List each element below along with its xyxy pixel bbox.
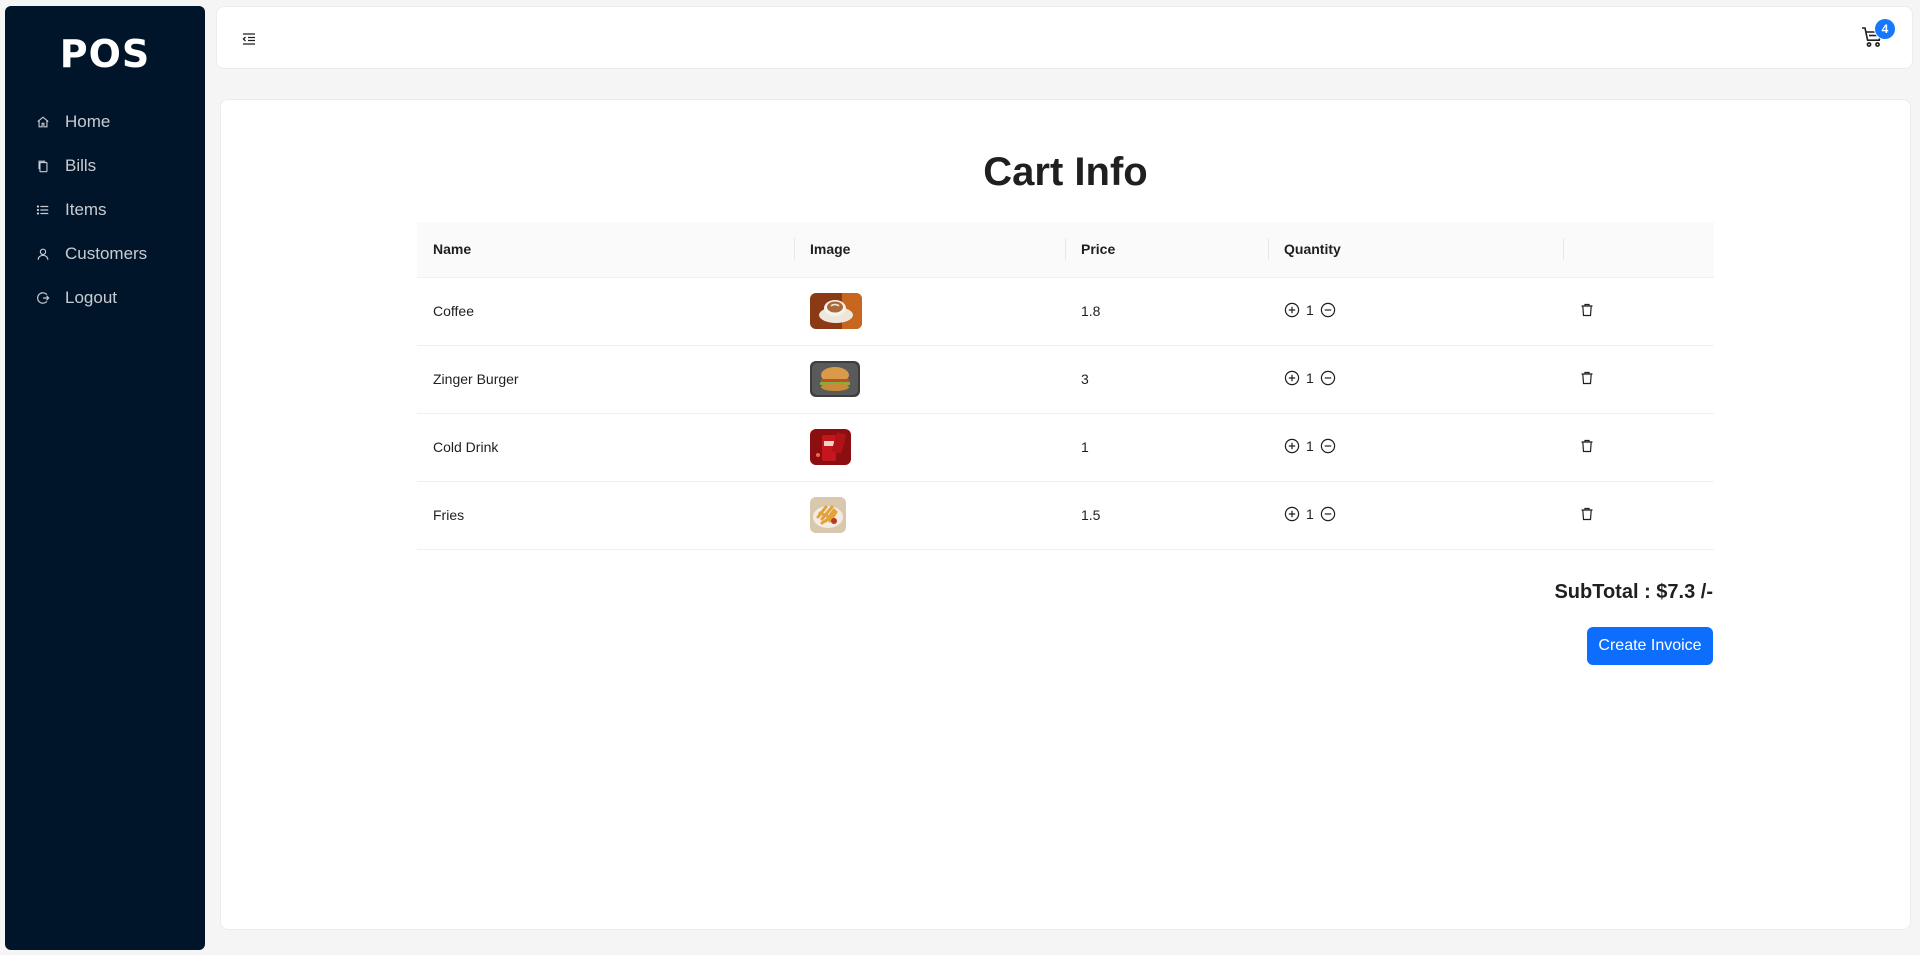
column-header-name: Name: [417, 222, 794, 278]
fries-image: [810, 497, 846, 533]
sidebar-item-label: Customers: [65, 244, 148, 263]
cold-drink-image: [810, 429, 851, 465]
logout-icon: [36, 291, 50, 305]
item-name: Fries: [417, 481, 794, 550]
page-title: Cart Info: [983, 150, 1148, 194]
create-invoice-button[interactable]: Create Invoice: [1587, 627, 1713, 665]
sidebar-item-label: Bills: [65, 156, 97, 175]
item-name: Coffee: [417, 277, 794, 346]
plus-circle-icon[interactable]: [1284, 370, 1300, 386]
quantity-value: 1: [1306, 437, 1314, 454]
copy-icon: [36, 159, 50, 173]
delete-icon[interactable]: [1579, 370, 1595, 386]
sidebar: POS Home Bills Items Customers Logout: [5, 6, 205, 950]
column-header-actions: [1563, 222, 1714, 278]
sidebar-item-home[interactable]: Home: [5, 100, 205, 144]
top-header: 4: [216, 6, 1913, 69]
quantity-stepper: 1: [1284, 370, 1336, 386]
minus-circle-icon[interactable]: [1320, 302, 1336, 318]
sidebar-item-customers[interactable]: Customers: [5, 232, 205, 276]
user-icon: [36, 247, 50, 261]
sidebar-item-logout[interactable]: Logout: [5, 276, 205, 320]
quantity-value: 1: [1306, 369, 1314, 386]
coffee-image: [810, 293, 862, 329]
table-row: Coffee 1.8 1: [417, 277, 1714, 346]
column-header-quantity: Quantity: [1268, 222, 1563, 278]
sidebar-item-label: Home: [65, 112, 111, 131]
table-row: Zinger Burger 3 1: [417, 345, 1714, 414]
item-name: Cold Drink: [417, 413, 794, 482]
table-header-row: Name Image Price Quantity: [417, 222, 1714, 278]
column-header-image: Image: [794, 222, 1065, 278]
subtotal-text: SubTotal : $7.3 /-: [1554, 581, 1713, 603]
cart-button[interactable]: 4: [1860, 19, 1895, 53]
delete-icon[interactable]: [1579, 302, 1595, 318]
sidebar-item-label: Logout: [65, 288, 117, 307]
sidebar-nav: Home Bills Items Customers Logout: [5, 100, 205, 320]
table-row: Cold Drink 1 1: [417, 413, 1714, 482]
column-header-price: Price: [1065, 222, 1268, 278]
plus-circle-icon[interactable]: [1284, 506, 1300, 522]
home-icon: [36, 115, 50, 129]
quantity-stepper: 1: [1284, 438, 1336, 454]
item-price: 1.8: [1065, 277, 1268, 346]
delete-icon[interactable]: [1579, 438, 1595, 454]
quantity-value: 1: [1306, 505, 1314, 522]
delete-icon[interactable]: [1579, 506, 1595, 522]
app-root: POS Home Bills Items Customers Logout 4 …: [0, 0, 1920, 955]
minus-circle-icon[interactable]: [1320, 438, 1336, 454]
item-price: 3: [1065, 345, 1268, 414]
cart-count-badge: 4: [1875, 19, 1895, 39]
sidebar-item-bills[interactable]: Bills: [5, 144, 205, 188]
plus-circle-icon[interactable]: [1284, 438, 1300, 454]
cart-table: Name Image Price Quantity Coffee 1.8 1 Z…: [417, 222, 1714, 550]
sidebar-item-label: Items: [65, 200, 107, 219]
minus-circle-icon[interactable]: [1320, 370, 1336, 386]
minus-circle-icon[interactable]: [1320, 506, 1336, 522]
plus-circle-icon[interactable]: [1284, 302, 1300, 318]
main-content: Cart Info Name Image Price Quantity Coff…: [220, 99, 1911, 930]
item-name: Zinger Burger: [417, 345, 794, 414]
item-price: 1: [1065, 413, 1268, 482]
menu-fold-icon[interactable]: [241, 31, 257, 47]
brand-logo: POS: [59, 32, 151, 76]
burger-image: [810, 361, 860, 397]
item-price: 1.5: [1065, 481, 1268, 550]
quantity-stepper: 1: [1284, 302, 1336, 318]
sidebar-item-items[interactable]: Items: [5, 188, 205, 232]
table-row: Fries 1.5 1: [417, 481, 1714, 550]
list-icon: [36, 203, 50, 217]
quantity-stepper: 1: [1284, 506, 1336, 522]
quantity-value: 1: [1306, 301, 1314, 318]
